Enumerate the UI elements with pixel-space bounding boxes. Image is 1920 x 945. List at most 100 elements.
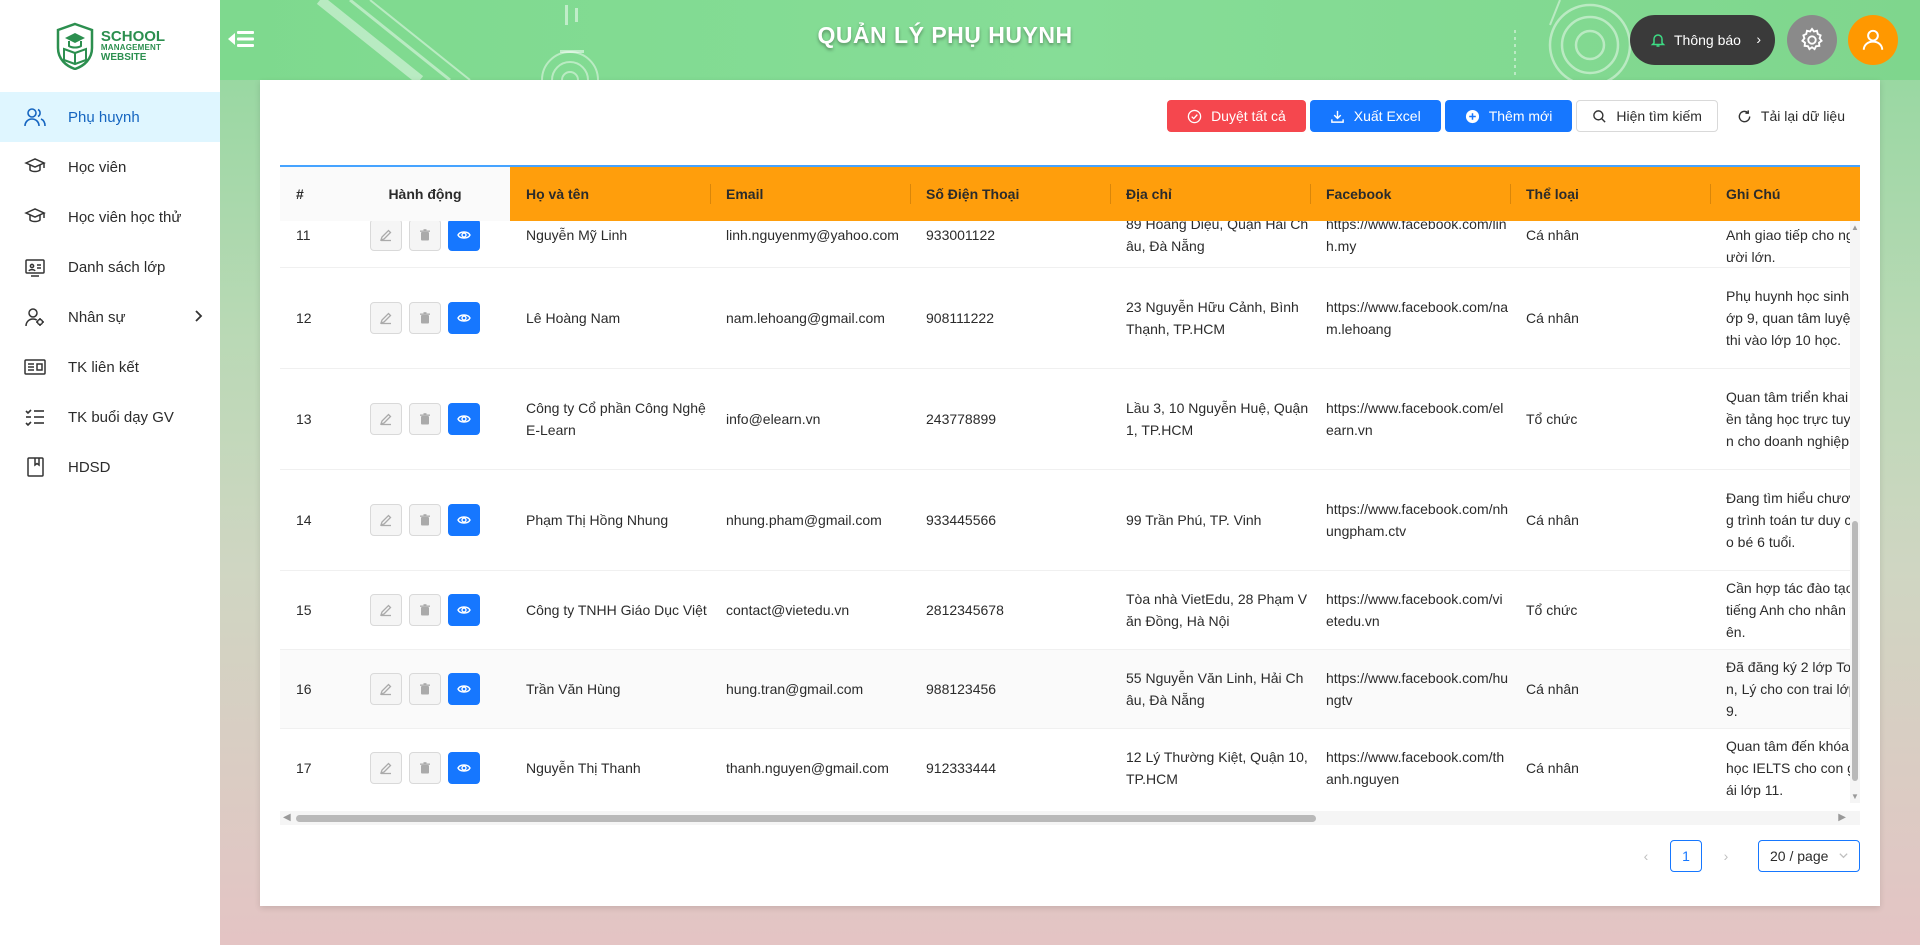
table-row[interactable]: 15 Công ty TNHH Giáo Dục Việt contact@viet… bbox=[280, 571, 1860, 650]
column-header-address[interactable]: Địa chỉ bbox=[1110, 167, 1310, 221]
column-header-actions[interactable]: Hành động bbox=[340, 167, 510, 221]
cell-phone: 933001122 bbox=[926, 227, 996, 243]
chevron-down-icon bbox=[1839, 853, 1848, 859]
delete-button[interactable] bbox=[409, 302, 441, 334]
sidebar-item-label: Học viên bbox=[68, 158, 127, 176]
reload-button[interactable]: Tải lại dữ liệu bbox=[1721, 100, 1860, 132]
cell-name: Lê Hoàng Nam bbox=[526, 310, 621, 326]
reload-icon bbox=[1738, 109, 1751, 122]
table-row[interactable]: 16 Trần Văn Hùng hung.tran@gmail.com 988123… bbox=[280, 650, 1860, 729]
table-row[interactable]: 13 Công ty Cổ phần Công Nghệ E-Learn info@… bbox=[280, 369, 1860, 470]
view-button[interactable] bbox=[448, 504, 480, 536]
cell-name: Công ty Cổ phần Công Nghệ E-Learn bbox=[526, 400, 706, 438]
table-row[interactable]: 17 Nguyễn Thị Thanh thanh.nguyen@gmail.com… bbox=[280, 729, 1860, 803]
cell-name: Trần Văn Hùng bbox=[526, 681, 621, 697]
column-header-email[interactable]: Email bbox=[710, 167, 910, 221]
column-header-phone[interactable]: Số Điện Thoại bbox=[910, 167, 1110, 221]
table-row[interactable]: 12 Lê Hoàng Nam nam.lehoang@gmail.com 90811… bbox=[280, 268, 1860, 369]
delete-button[interactable] bbox=[409, 403, 441, 435]
sidebar-item-label: TK buổi dạy GV bbox=[68, 408, 174, 426]
sidebar-item-students[interactable]: Học viên bbox=[0, 142, 220, 192]
delete-button[interactable] bbox=[409, 504, 441, 536]
view-button[interactable] bbox=[448, 403, 480, 435]
cell-facebook[interactable]: https://www.facebook.com/linh.my bbox=[1310, 221, 1510, 267]
show-search-button[interactable]: Hiện tìm kiếm bbox=[1576, 100, 1718, 132]
cell-email: linh.nguyenmy@yahoo.com bbox=[726, 227, 899, 243]
bell-icon bbox=[1650, 34, 1666, 47]
view-button[interactable] bbox=[448, 752, 480, 784]
scroll-right-icon[interactable]: ▶ bbox=[1838, 812, 1846, 823]
cell-email: thanh.nguyen@gmail.com bbox=[726, 760, 889, 776]
scroll-down-icon[interactable]: ▼ bbox=[1851, 792, 1859, 801]
delete-button[interactable] bbox=[409, 594, 441, 626]
edit-button[interactable] bbox=[370, 504, 402, 536]
sidebar-item-linked-accounts[interactable]: TK liên kết bbox=[0, 342, 220, 392]
row-actions bbox=[340, 729, 510, 803]
cell-note: Cần hợp tác đào tạo tiếng Anh cho nhân v… bbox=[1710, 571, 1860, 649]
staff-icon bbox=[22, 304, 48, 330]
approve-all-button[interactable]: Duyệt tất cả bbox=[1167, 100, 1306, 132]
sidebar-item-manual[interactable]: HDSD bbox=[0, 442, 220, 492]
table-header: # Hành động Họ và tên Email Số Điện Thoạ… bbox=[280, 167, 1860, 221]
table-row[interactable]: 11 Nguyễn Mỹ Linh linh.nguyenmy@yahoo.com 9… bbox=[280, 221, 1860, 268]
top-header: QUẢN LÝ PHỤ HUYNH Thông báo › bbox=[220, 0, 1920, 80]
view-button[interactable] bbox=[448, 594, 480, 626]
column-header-name[interactable]: Họ và tên bbox=[510, 167, 710, 221]
cell-facebook[interactable]: https://www.facebook.com/hungtv bbox=[1310, 650, 1510, 728]
scroll-up-icon[interactable]: ▲ bbox=[1851, 223, 1859, 232]
edit-button[interactable] bbox=[370, 673, 402, 705]
page-size-select[interactable]: 20 / page bbox=[1758, 840, 1860, 872]
cell-facebook[interactable]: https://www.facebook.com/elearn.vn bbox=[1310, 369, 1510, 469]
app-logo[interactable]: SCHOOL MANAGEMENT WEBSITE bbox=[0, 0, 220, 92]
sidebar-item-class-list[interactable]: Danh sách lớp bbox=[0, 242, 220, 292]
column-header-index[interactable]: # bbox=[280, 167, 340, 221]
horizontal-scroll-thumb[interactable] bbox=[296, 815, 1316, 822]
cell-facebook[interactable]: https://www.facebook.com/thanh.nguyen bbox=[1310, 729, 1510, 803]
sidebar-nav: Phụ huynh Học viên Học viên học thử Danh… bbox=[0, 92, 220, 492]
edit-button[interactable] bbox=[370, 752, 402, 784]
horizontal-scrollbar[interactable]: ◀ ▶ bbox=[280, 811, 1860, 825]
column-header-type[interactable]: Thể loại bbox=[1510, 167, 1710, 221]
prev-page-button[interactable]: ‹ bbox=[1630, 840, 1662, 872]
view-button[interactable] bbox=[448, 221, 480, 251]
sidebar-item-label: TK liên kết bbox=[68, 358, 139, 376]
user-avatar-button[interactable] bbox=[1848, 15, 1898, 65]
edit-button[interactable] bbox=[370, 594, 402, 626]
settings-button[interactable] bbox=[1787, 15, 1837, 65]
column-header-facebook[interactable]: Facebook bbox=[1310, 167, 1510, 221]
column-header-note[interactable]: Ghi Chú bbox=[1710, 167, 1860, 221]
next-page-button[interactable]: › bbox=[1710, 840, 1742, 872]
cell-phone: 243778899 bbox=[926, 411, 997, 427]
edit-button[interactable] bbox=[370, 302, 402, 334]
cell-name: Công ty TNHH Giáo Dục Việt bbox=[526, 602, 707, 618]
cell-facebook[interactable]: https://www.facebook.com/nhungpham.ctv bbox=[1310, 470, 1510, 570]
view-button[interactable] bbox=[448, 302, 480, 334]
cell-facebook[interactable]: https://www.facebook.com/nam.lehoang bbox=[1310, 268, 1510, 368]
page-title: QUẢN LÝ PHỤ HUYNH bbox=[817, 22, 1073, 48]
row-actions bbox=[340, 650, 510, 728]
sidebar-item-staff[interactable]: Nhân sự bbox=[0, 292, 220, 342]
edit-icon bbox=[379, 311, 393, 325]
cell-email: hung.tran@gmail.com bbox=[726, 681, 864, 697]
gear-icon bbox=[1801, 27, 1823, 51]
add-new-button[interactable]: Thêm mới bbox=[1444, 100, 1573, 132]
edit-button[interactable] bbox=[370, 221, 402, 251]
cell-facebook[interactable]: https://www.facebook.com/vietedu.vn bbox=[1310, 571, 1510, 649]
vertical-scrollbar[interactable]: ▲ ▼ bbox=[1850, 221, 1860, 803]
table-row[interactable]: 14 Phạm Thị Hồng Nhung nhung.pham@gmail.co… bbox=[280, 470, 1860, 571]
scroll-left-icon[interactable]: ◀ bbox=[283, 812, 291, 823]
export-excel-button[interactable]: Xuất Excel bbox=[1309, 100, 1441, 132]
page-1-button[interactable]: 1 bbox=[1670, 840, 1702, 872]
view-button[interactable] bbox=[448, 673, 480, 705]
eye-icon bbox=[457, 761, 471, 775]
sidebar-item-parents[interactable]: Phụ huynh bbox=[0, 92, 220, 142]
sidebar-item-teaching-stats[interactable]: TK buổi dạy GV bbox=[0, 392, 220, 442]
notification-button[interactable]: Thông báo › bbox=[1630, 15, 1775, 65]
table-body[interactable]: 11 Nguyễn Mỹ Linh linh.nguyenmy@yahoo.com 9… bbox=[280, 221, 1860, 803]
delete-button[interactable] bbox=[409, 221, 441, 251]
sidebar-item-trial-students[interactable]: Học viên học thử bbox=[0, 192, 220, 242]
edit-button[interactable] bbox=[370, 403, 402, 435]
vertical-scroll-thumb[interactable] bbox=[1852, 521, 1858, 781]
delete-button[interactable] bbox=[409, 673, 441, 705]
delete-button[interactable] bbox=[409, 752, 441, 784]
